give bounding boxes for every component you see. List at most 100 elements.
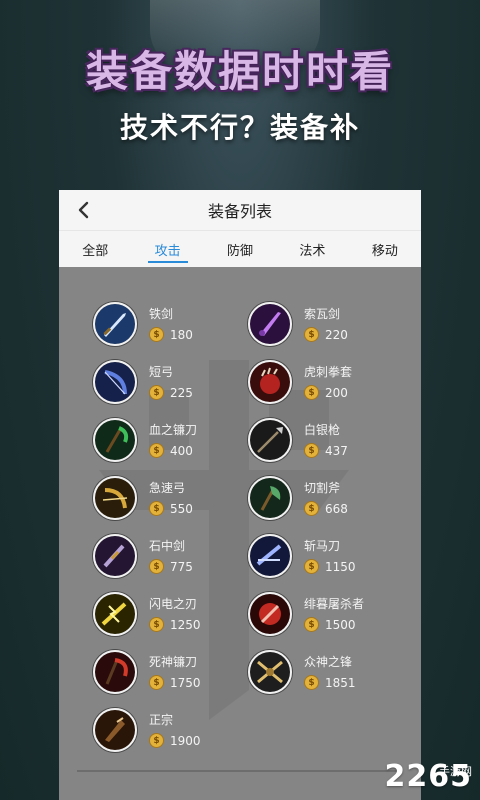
gold-coin-icon: $ (149, 559, 164, 574)
item-price: $668 (304, 501, 348, 516)
category-tabs: 全部 攻击 防御 法术 移动 (59, 230, 421, 267)
item-meta: 切割斧 $668 (304, 480, 348, 516)
item-price: $400 (149, 443, 197, 458)
item-name: 绯暮屠杀者 (304, 597, 365, 611)
equipment-item[interactable]: 急速弓 $550 (93, 474, 243, 522)
item-name: 斩马刀 (304, 539, 341, 553)
gold-coin-icon: $ (304, 327, 319, 342)
equipment-item[interactable]: 斩马刀 $1150 (248, 532, 398, 580)
gold-coin-icon: $ (149, 733, 164, 748)
stone-sword-icon (93, 534, 137, 578)
tab-magic[interactable]: 法术 (276, 231, 348, 267)
item-price-value: 1750 (170, 675, 201, 690)
equipment-list-screen: 装备列表 全部 攻击 防御 法术 移动 铁剑 $180 索瓦剑 $220 短弓 $225 虎… (59, 190, 421, 800)
item-name: 铁剑 (149, 307, 174, 321)
scroll-divider (77, 770, 403, 772)
item-name: 短弓 (149, 365, 174, 379)
item-meta: 血之镰刀 $400 (149, 422, 197, 458)
equipment-item[interactable]: 闪电之刃 $1250 (93, 590, 243, 638)
equipment-item[interactable]: 死神镰刀 $1750 (93, 648, 243, 696)
item-meta: 短弓 $225 (149, 364, 193, 400)
equipment-item[interactable]: 众神之锋 $1851 (248, 648, 398, 696)
equipment-item[interactable]: 切割斧 $668 (248, 474, 398, 522)
equipment-item[interactable]: 白银枪 $437 (248, 416, 398, 464)
page-title: 装备列表 (207, 202, 272, 221)
item-name: 虎刺拳套 (304, 365, 353, 379)
equipment-item[interactable]: 索瓦剑 $220 (248, 300, 398, 348)
gold-coin-icon: $ (304, 443, 319, 458)
item-price-value: 225 (170, 385, 193, 400)
item-name: 石中剑 (149, 539, 186, 553)
promo-subline: 技术不行？装备补 (119, 111, 360, 144)
gods-edge-icon (248, 650, 292, 694)
tab-all[interactable]: 全部 (59, 231, 131, 267)
item-price-value: 550 (170, 501, 193, 516)
item-meta: 铁剑 $180 (149, 306, 193, 342)
item-price-value: 220 (325, 327, 348, 342)
chevron-left-icon (78, 201, 89, 219)
tab-movement[interactable]: 移动 (349, 231, 421, 267)
item-name: 死神镰刀 (149, 655, 198, 669)
item-price-value: 775 (170, 559, 193, 574)
item-price: $1900 (149, 733, 201, 748)
tab-attack[interactable]: 攻击 (131, 231, 203, 267)
gold-coin-icon: $ (149, 443, 164, 458)
equipment-item[interactable]: 血之镰刀 $400 (93, 416, 243, 464)
item-price: $225 (149, 385, 193, 400)
gold-coin-icon: $ (149, 327, 164, 342)
item-name: 急速弓 (149, 481, 186, 495)
item-price: $1500 (304, 617, 364, 632)
item-meta: 索瓦剑 $220 (304, 306, 348, 342)
item-meta: 死神镰刀 $1750 (149, 654, 201, 690)
item-meta: 石中剑 $775 (149, 538, 193, 574)
promo-headline: 装备数据时时看 (85, 47, 394, 96)
title-bar: 装备列表 (59, 190, 421, 230)
gold-coin-icon: $ (304, 675, 319, 690)
item-price-value: 1900 (170, 733, 201, 748)
equipment-item[interactable]: 绯暮屠杀者 $1500 (248, 590, 398, 638)
item-name: 血之镰刀 (149, 423, 198, 437)
equipment-item[interactable]: 虎刺拳套 $200 (248, 358, 398, 406)
item-meta: 白银枪 $437 (304, 422, 348, 458)
scythe-icon (93, 418, 137, 462)
sword-icon (93, 302, 137, 346)
equipment-item[interactable]: 正宗 $1900 (93, 706, 243, 754)
axe-icon (248, 476, 292, 520)
gold-coin-icon: $ (149, 617, 164, 632)
item-price-value: 1250 (170, 617, 201, 632)
equipment-item[interactable]: 石中剑 $775 (93, 532, 243, 580)
back-button[interactable] (73, 198, 93, 222)
item-meta: 闪电之刃 $1250 (149, 596, 201, 632)
item-meta: 急速弓 $550 (149, 480, 193, 516)
equipment-item[interactable]: 铁剑 $180 (93, 300, 243, 348)
item-price-value: 1851 (325, 675, 356, 690)
item-price: $200 (304, 385, 352, 400)
gold-coin-icon: $ (304, 385, 319, 400)
equipment-item[interactable]: 短弓 $225 (93, 358, 243, 406)
item-price: $220 (304, 327, 348, 342)
item-price-value: 437 (325, 443, 348, 458)
item-name: 众神之锋 (304, 655, 353, 669)
tab-defense[interactable]: 防御 (204, 231, 276, 267)
lightning-blade-icon (93, 592, 137, 636)
item-meta: 正宗 $1900 (149, 712, 201, 748)
item-price-value: 400 (170, 443, 193, 458)
item-price: $1250 (149, 617, 201, 632)
watermark-sub: 手游网 (439, 765, 472, 778)
item-name: 白银枪 (304, 423, 341, 437)
death-scythe-icon (93, 650, 137, 694)
horse-blade-icon (248, 534, 292, 578)
item-price: $180 (149, 327, 193, 342)
gold-coin-icon: $ (304, 501, 319, 516)
item-name: 闪电之刃 (149, 597, 198, 611)
item-name: 切割斧 (304, 481, 341, 495)
item-price: $1150 (304, 559, 356, 574)
item-price: $775 (149, 559, 193, 574)
item-price: $437 (304, 443, 348, 458)
promo-banner: 装备数据时时看 技术不行？装备补 (0, 0, 480, 190)
claw-glove-icon (248, 360, 292, 404)
item-meta: 众神之锋 $1851 (304, 654, 356, 690)
spear-icon (248, 418, 292, 462)
purple-blade-icon (248, 302, 292, 346)
item-price: $550 (149, 501, 193, 516)
